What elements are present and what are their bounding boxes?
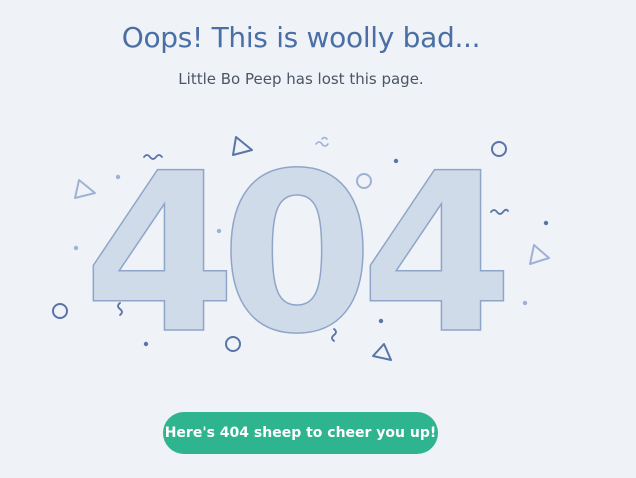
triangle-icon bbox=[529, 244, 550, 265]
404-illustration: 4 0 4 bbox=[52, 125, 550, 383]
dot-icon bbox=[216, 228, 222, 234]
dot-icon bbox=[522, 300, 528, 306]
circle-icon bbox=[52, 303, 68, 319]
dot-icon bbox=[73, 245, 79, 251]
dot-icon bbox=[543, 220, 549, 226]
dot-icon bbox=[393, 158, 399, 164]
error-digit-middle: 0 bbox=[220, 126, 373, 382]
dot-icon bbox=[115, 174, 121, 180]
cheer-up-button[interactable]: Here's 404 sheep to cheer you up! bbox=[163, 412, 438, 454]
dot-icon bbox=[143, 341, 149, 347]
dot-icon bbox=[378, 318, 384, 324]
error-digit-first: 4 bbox=[83, 126, 236, 382]
